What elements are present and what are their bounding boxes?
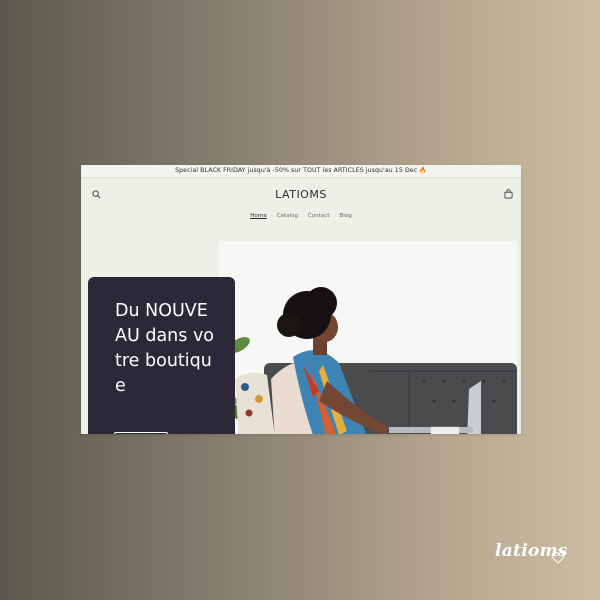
hero-heading: Du NOUVEAU dans votre boutique xyxy=(115,301,215,396)
browser-window: Special BLACK FRIDAY jusqu'à -50% sur TO… xyxy=(81,165,521,434)
heart-icon xyxy=(551,552,565,564)
main-nav: Home Catalog Contact Blog xyxy=(81,213,521,219)
announcement-bar: Special BLACK FRIDAY jusqu'à -50% sur TO… xyxy=(81,165,521,178)
hero-card: Du NOUVEAU dans votre boutique xyxy=(88,277,235,434)
nav-item-home[interactable]: Home xyxy=(250,213,267,219)
announcement-text: Special BLACK FRIDAY jusqu'à -50% sur TO… xyxy=(175,167,418,174)
fire-icon: 🔥 xyxy=(419,167,427,174)
hero-image xyxy=(219,241,517,434)
nav-item-contact[interactable]: Contact xyxy=(308,213,330,219)
site-header: LATIOMS xyxy=(81,178,521,208)
nav-item-blog[interactable]: Blog xyxy=(339,213,351,219)
site-logo[interactable]: LATIOMS xyxy=(81,188,521,201)
hero-cta-button[interactable] xyxy=(114,432,168,434)
cart-icon[interactable] xyxy=(504,189,513,199)
nav-item-catalog[interactable]: Catalog xyxy=(277,213,298,219)
woman-laptop-illustration xyxy=(219,241,517,434)
